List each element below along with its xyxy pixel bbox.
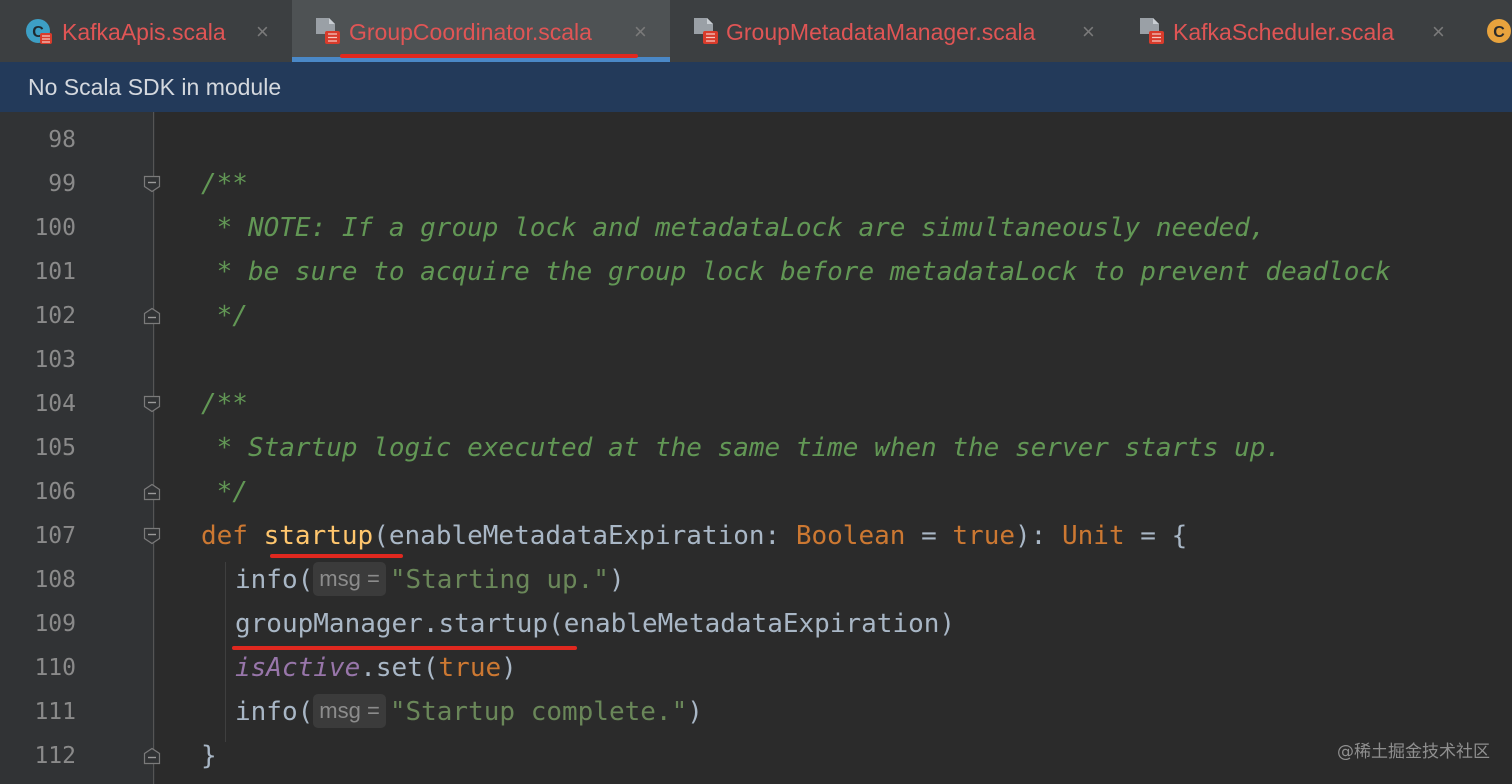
line-number: 98 xyxy=(48,127,76,153)
tab-label: KafkaScheduler.scala xyxy=(1173,19,1395,45)
line-number: 101 xyxy=(34,259,76,285)
param-hint: msg = xyxy=(313,694,386,728)
editor-tab-bar: C KafkaApis.scala × GroupCoordinator.sca… xyxy=(0,0,1512,63)
line-number: 108 xyxy=(34,567,76,593)
call-name: info( xyxy=(235,565,314,595)
keyword-def: def xyxy=(201,521,264,551)
code-line[interactable]: 105 * Startup logic executed at the same… xyxy=(0,426,1512,470)
default-assign: = xyxy=(905,521,953,551)
close-icon[interactable]: × xyxy=(256,19,269,45)
fold-marker-icon[interactable] xyxy=(143,395,161,413)
tab-label: KafkaApis.scala xyxy=(62,19,226,45)
line-number: 111 xyxy=(34,699,76,725)
doc-comment: */ xyxy=(201,477,248,507)
close-icon[interactable]: × xyxy=(634,19,647,45)
field-name: isActive xyxy=(235,653,361,683)
code-line[interactable]: 103 xyxy=(0,338,1512,382)
doc-comment: */ xyxy=(201,301,248,331)
close-icon[interactable]: × xyxy=(1082,19,1095,45)
line-number: 112 xyxy=(34,743,76,769)
tab-kafka-apis[interactable]: C KafkaApis.scala × xyxy=(0,0,290,62)
method-call: .set( xyxy=(360,653,439,683)
line-number: 99 xyxy=(48,171,76,197)
is-active-set: isActive.set(true) xyxy=(235,646,517,690)
fold-end-marker-icon[interactable] xyxy=(143,307,161,325)
tab-group-metadata-manager[interactable]: GroupMetadataManager.scala × xyxy=(672,0,1120,62)
string-literal: "Startup complete." xyxy=(389,697,688,727)
info-call: info(msg = "Startup complete.") xyxy=(235,690,703,734)
code-line[interactable]: 110 isActive.set(true) xyxy=(0,646,1512,690)
doc-comment: * be sure to acquire the group lock befo… xyxy=(201,257,1391,287)
tab-label: GroupCoordinator.scala xyxy=(349,19,592,45)
code-line[interactable]: 104 /** xyxy=(0,382,1512,426)
closing-brace: } xyxy=(201,741,217,771)
scala-file-icon xyxy=(316,18,340,44)
param-list-start: (enableMetadataExpiration: xyxy=(373,521,796,551)
code-line[interactable]: 106 */ xyxy=(0,470,1512,514)
code-line[interactable]: 107 def startup(enableMetadataExpiration… xyxy=(0,514,1512,558)
line-number: 103 xyxy=(34,347,76,373)
banner-text: No Scala SDK in module xyxy=(28,74,282,100)
code-line[interactable]: 102 */ xyxy=(0,294,1512,338)
keyword-true: true xyxy=(438,653,502,683)
code-line[interactable]: 101 * be sure to acquire the group lock … xyxy=(0,250,1512,294)
doc-comment: * NOTE: If a group lock and metadataLock… xyxy=(201,213,1266,243)
fold-end-marker-icon[interactable] xyxy=(143,483,161,501)
svg-text:C: C xyxy=(1493,24,1505,41)
code-line[interactable]: 109 groupManager.startup(enableMetadataE… xyxy=(0,602,1512,646)
call-close: ) xyxy=(608,565,625,595)
method-name[interactable]: startup xyxy=(264,521,374,551)
fold-marker-icon[interactable] xyxy=(143,175,161,193)
code-line[interactable]: 99 /** xyxy=(0,162,1512,206)
scala-class-icon: C xyxy=(1487,19,1511,43)
line-number: 106 xyxy=(34,479,76,505)
doc-comment: /** xyxy=(201,169,248,199)
call-close: ) xyxy=(501,653,517,683)
code-line[interactable]: 112 } xyxy=(0,734,1512,778)
scala-file-icon xyxy=(1140,18,1164,44)
keyword-true: true xyxy=(952,521,1016,551)
line-number: 110 xyxy=(34,655,76,681)
code-line[interactable]: 98 xyxy=(0,118,1512,162)
type-boolean: Boolean xyxy=(795,521,906,551)
doc-comment: /** xyxy=(201,389,248,419)
line-number: 107 xyxy=(34,523,76,549)
type-unit: Unit xyxy=(1061,521,1125,551)
annotation-underline xyxy=(340,54,638,58)
line-number: 104 xyxy=(34,391,76,417)
watermark: @稀土掘金技术社区 xyxy=(1337,742,1490,762)
body-open: = { xyxy=(1124,521,1188,551)
string-literal: "Starting up." xyxy=(389,565,609,595)
doc-comment: * Startup logic executed at the same tim… xyxy=(201,433,1282,463)
fold-end-marker-icon[interactable] xyxy=(143,747,161,765)
code-editor[interactable]: 98 99 /** 100 * NOTE: If a group lock an… xyxy=(0,112,1512,784)
tab-label: GroupMetadataManager.scala xyxy=(726,19,1036,45)
line-number: 102 xyxy=(34,303,76,329)
call-close: ) xyxy=(687,697,703,727)
notification-banner: No Scala SDK in module xyxy=(0,62,1512,113)
code-line[interactable]: 108 info(msg = "Starting up.") xyxy=(0,558,1512,602)
call-name: info( xyxy=(235,697,314,727)
tab-group-coordinator[interactable]: GroupCoordinator.scala × xyxy=(292,0,670,62)
code-line[interactable]: 111 info(msg = "Startup complete.") xyxy=(0,690,1512,734)
info-call: info(msg = "Starting up.") xyxy=(235,558,625,602)
line-number: 100 xyxy=(34,215,76,241)
line-number: 105 xyxy=(34,435,76,461)
scala-class-icon: C xyxy=(26,19,52,44)
line-number: 109 xyxy=(34,611,76,637)
scala-file-icon xyxy=(694,18,718,44)
close-icon[interactable]: × xyxy=(1432,19,1445,45)
tab-kafka-scheduler[interactable]: KafkaScheduler.scala × xyxy=(1120,0,1470,62)
return-colon: ): xyxy=(1015,521,1062,551)
param-hint: msg = xyxy=(313,562,386,596)
code-line[interactable]: 100 * NOTE: If a group lock and metadata… xyxy=(0,206,1512,250)
tab-overflow[interactable]: C xyxy=(1470,0,1512,62)
ide-window: C KafkaApis.scala × GroupCoordinator.sca… xyxy=(0,0,1512,784)
fold-marker-icon[interactable] xyxy=(143,527,161,545)
method-signature: def startup(enableMetadataExpiration: Bo… xyxy=(201,514,1187,558)
group-manager-startup-call: groupManager.startup(enableMetadataExpir… xyxy=(235,609,956,639)
